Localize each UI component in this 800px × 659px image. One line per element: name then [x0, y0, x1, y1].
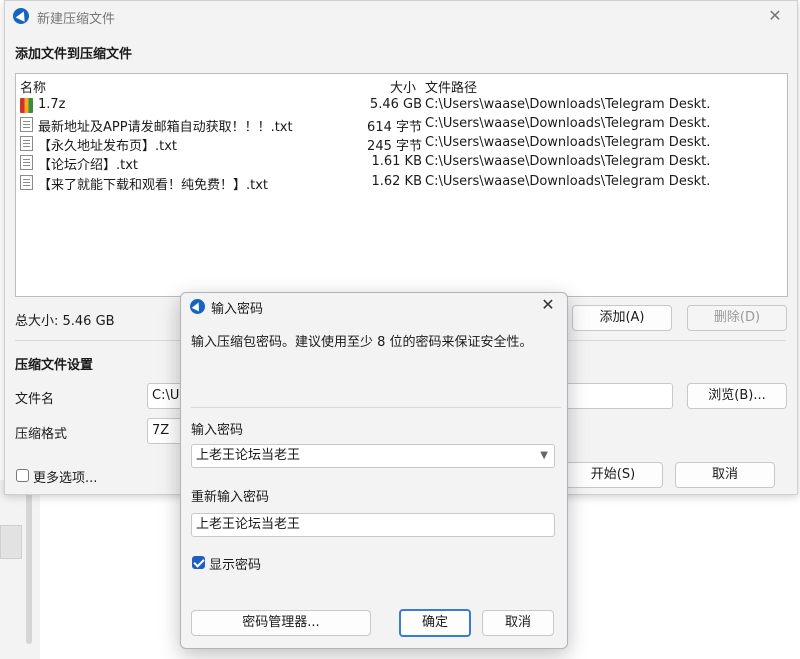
divider: [191, 407, 561, 408]
file-row[interactable]: 【永久地址发布页】.txt 245 字节 C:\Users\waase\Down…: [16, 134, 787, 154]
file-row[interactable]: 1.7z 5.46 GB C:\Users\waase\Downloads\Te…: [16, 96, 787, 115]
column-header-name[interactable]: 名称: [20, 77, 46, 96]
file-size: 1.61 KB: [371, 154, 422, 169]
text-file-icon: [20, 175, 33, 190]
close-icon[interactable]: ✕: [537, 294, 559, 316]
file-size: 1.62 KB: [371, 174, 422, 189]
title-bar: 新建压缩文件 ✕: [5, 1, 797, 31]
file-row[interactable]: 【来了就能下载和观看！纯免费！】.txt 1.62 KB C:\Users\wa…: [16, 173, 787, 193]
window-title: 新建压缩文件: [37, 12, 116, 27]
file-name: 【论坛介绍】.txt: [38, 158, 139, 173]
start-button[interactable]: 开始(S): [563, 462, 663, 488]
add-files-heading: 添加文件到压缩文件: [15, 47, 133, 62]
file-size: 5.46 GB: [369, 97, 422, 112]
show-password-label[interactable]: 显示密码: [209, 554, 261, 573]
password-dialog: 输入密码 ✕ 输入压缩包密码。建议使用至少 8 位的密码来保证安全性。 输入密码…: [180, 292, 568, 649]
password-label: 输入密码: [191, 423, 244, 438]
file-name: 1.7z: [38, 97, 66, 112]
file-path: C:\Users\waase\Downloads\Telegram Deskt.…: [425, 135, 711, 150]
password-manager-button[interactable]: 密码管理器...: [191, 610, 371, 636]
dialog-title: 输入密码: [211, 302, 264, 317]
chevron-down-icon[interactable]: ▼: [540, 445, 548, 467]
text-file-icon: [20, 155, 33, 170]
dialog-cancel-button[interactable]: 取消: [482, 610, 554, 636]
confirm-password-label: 重新输入密码: [191, 490, 270, 505]
archive-settings-heading: 压缩文件设置: [15, 358, 94, 373]
file-list[interactable]: 名称 大小 文件路径 1.7z 5.46 GB C:\Users\waase\D…: [15, 73, 788, 297]
background-scrollbar: [26, 484, 32, 644]
delete-button[interactable]: 删除(D): [687, 305, 787, 331]
app-logo-icon: [190, 299, 205, 314]
add-button[interactable]: 添加(A): [572, 305, 672, 331]
browse-button[interactable]: 浏览(B)...: [687, 383, 787, 409]
file-name: 最新地址及APP请发邮箱自动获取！！！.txt: [38, 120, 293, 135]
show-password-checkbox[interactable]: [192, 556, 205, 569]
password-instructions: 输入压缩包密码。建议使用至少 8 位的密码来保证安全性。: [191, 335, 533, 350]
more-options-label[interactable]: 更多选项...: [33, 467, 97, 486]
file-path: C:\Users\waase\Downloads\Telegram Deskt.…: [425, 97, 711, 112]
background-panel: [0, 525, 22, 559]
file-size: 245 字节: [367, 139, 422, 154]
app-logo-icon: [13, 8, 29, 24]
close-icon[interactable]: ✕: [763, 4, 787, 28]
archive-icon: [20, 98, 33, 113]
password-input[interactable]: 上老王论坛当老王 ▼: [191, 444, 555, 468]
filename-label: 文件名: [15, 392, 55, 407]
file-path: C:\Users\waase\Downloads\Telegram Deskt.…: [425, 174, 711, 189]
file-row[interactable]: 【论坛介绍】.txt 1.61 KB C:\Users\waase\Downlo…: [16, 153, 787, 173]
column-header-size[interactable]: 大小: [390, 77, 416, 96]
background-window: [0, 480, 40, 659]
file-size: 614 字节: [367, 120, 422, 135]
file-name: 【来了就能下载和观看！纯免费！】.txt: [38, 178, 269, 193]
file-path: C:\Users\waase\Downloads\Telegram Deskt.…: [425, 154, 711, 169]
password-value: 上老王论坛当老王: [196, 448, 301, 463]
file-name: 【永久地址发布页】.txt: [38, 139, 178, 154]
file-path: C:\Users\waase\Downloads\Telegram Deskt.…: [425, 116, 711, 131]
cancel-button[interactable]: 取消: [675, 462, 775, 488]
more-options-checkbox[interactable]: [16, 469, 29, 482]
ok-button[interactable]: 确定: [399, 609, 471, 637]
confirm-password-input[interactable]: 上老王论坛当老王: [191, 513, 555, 537]
format-label: 压缩格式: [15, 427, 68, 442]
text-file-icon: [20, 117, 33, 132]
total-size: 总大小: 5.46 GB: [15, 314, 115, 329]
file-row[interactable]: 最新地址及APP请发邮箱自动获取！！！.txt 614 字节 C:\Users\…: [16, 115, 787, 135]
text-file-icon: [20, 136, 33, 151]
column-header-path[interactable]: 文件路径: [425, 77, 477, 96]
